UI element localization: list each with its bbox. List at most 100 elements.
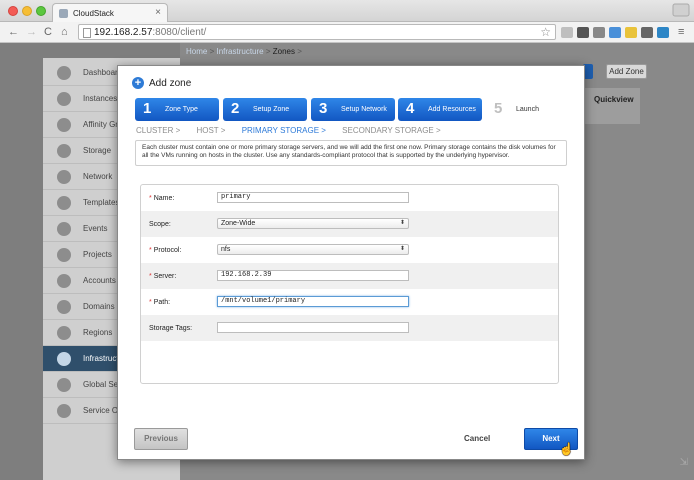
global-settings-icon	[57, 378, 71, 392]
scope-label: Scope:	[149, 221, 171, 228]
extension-icon-1[interactable]	[561, 27, 573, 38]
breadcrumb-infrastructure[interactable]: Infrastructure	[216, 47, 263, 56]
substep-cluster: CLUSTER >	[136, 126, 181, 135]
dashboard-icon	[57, 66, 71, 80]
required-mark: *	[149, 273, 152, 280]
substep-secondary-storage: SECONDARY STORAGE >	[342, 126, 441, 135]
back-icon[interactable]: ←	[8, 25, 19, 39]
select-arrow-icon: ⬍	[399, 246, 405, 252]
menu-icon[interactable]: ≡	[678, 25, 684, 39]
extension-icon-2[interactable]	[577, 27, 589, 38]
tab-close-icon[interactable]: ×	[155, 7, 161, 18]
step-setup-network[interactable]: 3 Setup Network	[311, 98, 395, 121]
sidebar-item-label: Global Se	[83, 380, 119, 389]
domains-icon	[57, 300, 71, 314]
server-label: * Server:	[149, 273, 176, 280]
name-label: * Name:	[149, 195, 174, 202]
sidebar-item-label: Projects	[83, 250, 112, 259]
info-description: Each cluster must contain one or more pr…	[135, 140, 567, 166]
path-label: * Path:	[149, 299, 170, 306]
step-label: Setup Zone	[253, 106, 290, 113]
resource-substeps: CLUSTER > HOST > PRIMARY STORAGE > SECON…	[136, 126, 455, 135]
form-row-storage-tags: Storage Tags:	[141, 315, 558, 341]
substep-host: HOST >	[196, 126, 226, 135]
protocol-label: * Protocol:	[149, 247, 181, 254]
step-label: Zone Type	[165, 106, 198, 113]
scroll-icon[interactable]: ⇲	[680, 457, 688, 468]
required-mark: *	[149, 195, 152, 202]
favicon-icon	[59, 9, 68, 18]
zones-table	[584, 88, 640, 124]
step-number: 4	[406, 100, 415, 117]
extension-icon-6[interactable]	[641, 27, 653, 38]
home-icon[interactable]: ⌂	[61, 25, 68, 39]
page-icon	[83, 28, 91, 38]
step-zone-type[interactable]: 1 Zone Type	[135, 98, 219, 121]
path-field[interactable]: /mnt/volume1/primary	[217, 296, 409, 307]
scope-value: Zone-Wide	[221, 220, 256, 227]
forward-icon[interactable]: →	[26, 25, 37, 39]
mouse-cursor-icon: ☝	[559, 442, 574, 456]
breadcrumb: Home > Infrastructure > Zones >	[186, 47, 302, 56]
breadcrumb-zones: Zones	[272, 47, 295, 56]
browser-tab[interactable]: CloudStack ×	[52, 3, 168, 22]
name-field[interactable]: primary	[217, 192, 409, 203]
primary-storage-form: * Name: primary Scope: Zone-Wide ⬍ * Protoc…	[140, 184, 559, 384]
required-mark: *	[149, 247, 152, 254]
scope-select[interactable]: Zone-Wide ⬍	[217, 218, 409, 229]
step-number: 1	[143, 100, 152, 117]
window-maximize-button[interactable]	[36, 6, 46, 16]
form-row-protocol: * Protocol: nfs ⬍	[141, 237, 558, 263]
cancel-button[interactable]: Cancel	[464, 434, 490, 443]
sidebar-item-label: Accounts	[83, 276, 116, 285]
tab-title: CloudStack	[73, 9, 114, 18]
step-setup-zone[interactable]: 2 Setup Zone	[223, 98, 307, 121]
extension-icon-4[interactable]	[609, 27, 621, 38]
previous-button[interactable]: Previous	[134, 428, 188, 450]
browser-toolbar: ← → C ⌂ 192.168.2.57:8080/client/ ☆ ≡	[0, 22, 694, 43]
extension-icon-7[interactable]	[657, 27, 669, 38]
storage-tags-field[interactable]	[217, 322, 409, 333]
projects-icon	[57, 248, 71, 262]
breadcrumb-home[interactable]: Home	[186, 47, 207, 56]
step-number: 2	[231, 100, 240, 117]
protocol-value: nfs	[221, 246, 231, 253]
window-minimize-button[interactable]	[22, 6, 32, 16]
sidebar-item-label: Affinity Gr	[83, 120, 118, 129]
infrastructure-icon	[57, 352, 71, 366]
accounts-icon	[57, 274, 71, 288]
breadcrumb-sep: >	[209, 47, 215, 56]
profile-icon[interactable]	[672, 3, 690, 17]
path-label-text: Path:	[153, 299, 171, 306]
protocol-select[interactable]: nfs ⬍	[217, 244, 409, 255]
address-bar[interactable]: 192.168.2.57:8080/client/ ☆	[78, 24, 556, 40]
server-field[interactable]: 192.168.2.39	[217, 270, 409, 281]
substep-primary-storage: PRIMARY STORAGE >	[241, 126, 326, 135]
extension-icon-5[interactable]	[625, 27, 637, 38]
name-label-text: Name:	[153, 195, 175, 202]
reload-icon[interactable]: C	[44, 25, 52, 39]
step-label: Launch	[516, 106, 539, 113]
url-host: 192.168.2.57	[94, 27, 153, 38]
sidebar-item-label: Infrastruct	[83, 354, 119, 363]
bookmark-star-icon[interactable]: ☆	[540, 25, 551, 39]
add-zone-button[interactable]: Add Zone	[606, 64, 647, 79]
templates-icon	[57, 196, 71, 210]
cloud-icon	[57, 92, 71, 106]
extension-icon-3[interactable]	[593, 27, 605, 38]
required-mark: *	[149, 299, 152, 306]
protocol-label-text: Protocol:	[153, 247, 182, 254]
step-add-resources[interactable]: 4 Add Resources	[398, 98, 482, 121]
form-row-path: * Path: /mnt/volume1/primary	[141, 289, 558, 315]
sidebar-item-label: Instances	[83, 94, 118, 103]
storage-tags-label: Storage Tags:	[149, 325, 193, 332]
sidebar-item-label: Events	[83, 224, 108, 233]
breadcrumb-sep: >	[297, 47, 302, 56]
window-close-button[interactable]	[8, 6, 18, 16]
add-zone-dialog: + Add zone 1 Zone Type 2 Setup Zone 3 Se…	[117, 65, 585, 460]
select-arrow-icon: ⬍	[399, 220, 405, 226]
dialog-title: Add zone	[149, 78, 192, 89]
quickview-header: Quickview	[594, 95, 634, 104]
events-icon	[57, 222, 71, 236]
service-offerings-icon	[57, 404, 71, 418]
